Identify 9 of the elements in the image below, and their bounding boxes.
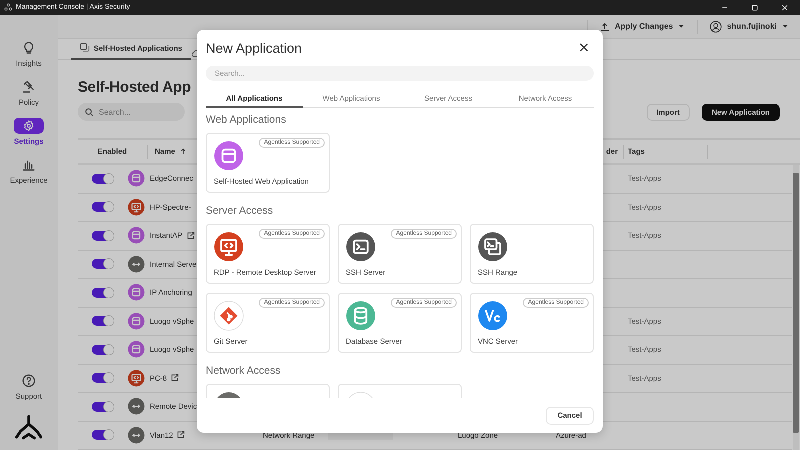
close-button[interactable]: × — [574, 41, 594, 55]
search-field[interactable]: Search... — [78, 103, 185, 121]
user-menu[interactable]: shun.fujinoki — [706, 20, 793, 32]
page-heading: Self-Hosted App — [78, 78, 192, 96]
section-heading: Network Access — [206, 364, 282, 378]
section-heading: Server Access — [206, 204, 274, 218]
dialog-title: New Application — [206, 40, 304, 56]
section-heading: Web Applications — [206, 113, 288, 127]
apply-changes-button[interactable]: Apply Changes — [596, 22, 690, 32]
